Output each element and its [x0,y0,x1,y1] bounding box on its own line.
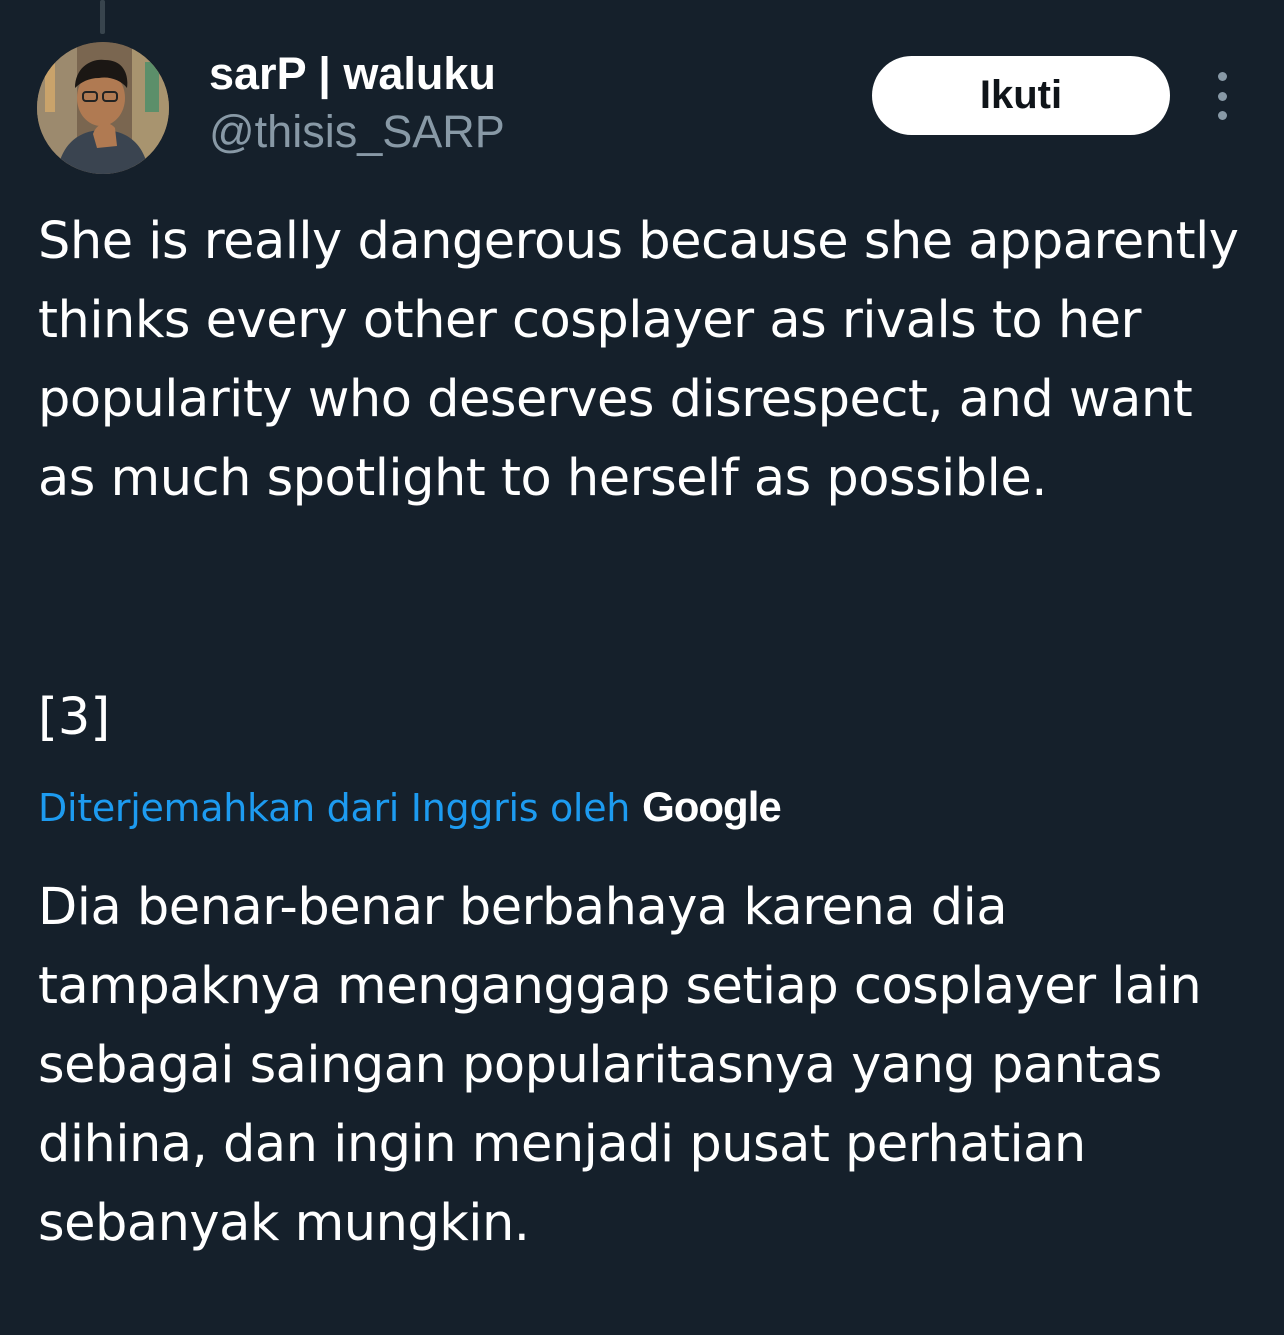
dot [1217,91,1227,101]
dot [1217,72,1227,81]
translation-link[interactable]: Diterjemahkan dari Inggris oleh [38,780,630,836]
google-logo: Google [642,783,782,830]
thread-connector-line [100,0,105,34]
author-display-name[interactable]: sarP | waluku [209,46,496,102]
tweet-text: She is really dangerous because she appa… [38,212,1239,508]
author-avatar[interactable] [37,42,169,174]
more-options-icon[interactable] [1204,72,1240,120]
translated-text: Dia benar-benar berbahaya karena dia tam… [38,878,1202,1253]
translation-attribution: Diterjemahkan dari Inggris oleh Google [38,780,782,836]
avatar-image [37,42,169,174]
tweet-thread-number: [3] [38,688,111,747]
follow-button[interactable]: Ikuti [872,56,1170,135]
author-handle[interactable]: @thisis_SARP [209,104,505,160]
dot [1217,111,1227,120]
